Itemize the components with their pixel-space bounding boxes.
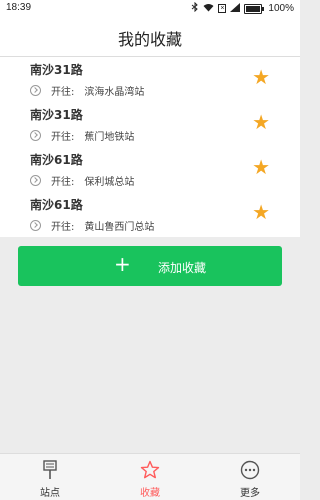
direction-label: 开往: (51, 177, 75, 188)
star-outline-icon (100, 460, 200, 480)
direction-label: 开往: (51, 222, 75, 233)
page-title: 我的收藏 (117, 30, 182, 49)
favorites-list: 南沙31路 开往: 滨海水晶湾站 ★ 南沙31路 开往: 蕉门地铁站 ★ 南沙6… (0, 57, 300, 237)
bottom-tab-bar: 站点 收藏 更多 (0, 453, 300, 500)
status-icons: × 100% (191, 1, 294, 15)
favorite-item[interactable]: 南沙31路 开往: 滨海水晶湾站 ★ (0, 57, 300, 102)
destination-name: 保利城总站 (84, 177, 135, 188)
favorite-item[interactable]: 南沙61路 开往: 保利城总站 ★ (0, 147, 300, 192)
favorite-item[interactable]: 南沙31路 开往: 蕉门地铁站 ★ (0, 102, 300, 147)
bus-stop-icon (0, 460, 100, 480)
route-name: 南沙61路 (30, 153, 83, 167)
tab-more[interactable]: 更多 (200, 454, 300, 500)
add-favorite-label: 添加收藏 (158, 261, 207, 275)
route-destination: 开往: 滨海水晶湾站 (30, 83, 144, 98)
tab-label: 收藏 (140, 488, 160, 499)
route-name: 南沙31路 (30, 63, 83, 77)
tab-label: 更多 (240, 488, 260, 499)
star-icon[interactable]: ★ (252, 112, 270, 132)
direction-label: 开往: (51, 132, 75, 143)
tab-stations[interactable]: 站点 (0, 454, 100, 500)
chevron-right-icon (30, 85, 41, 96)
destination-name: 黄山鲁西门总站 (84, 222, 155, 233)
status-time: 18:39 (6, 2, 32, 13)
direction-label: 开往: (51, 87, 75, 98)
route-name: 南沙31路 (30, 108, 83, 122)
signal-icon (230, 2, 241, 15)
app-header: 我的收藏 (0, 16, 300, 57)
route-destination: 开往: 保利城总站 (30, 173, 134, 188)
tab-favorites[interactable]: 收藏 (100, 454, 200, 500)
bluetooth-icon (191, 1, 199, 15)
wifi-icon (203, 3, 214, 15)
plus-icon: + (114, 252, 131, 276)
status-bar: 18:39 × 100% (0, 0, 300, 16)
battery-percent: 100% (268, 3, 294, 14)
battery-icon (244, 3, 265, 14)
chevron-right-icon (30, 130, 41, 141)
favorite-item[interactable]: 南沙61路 开往: 黄山鲁西门总站 ★ (0, 192, 300, 237)
sim-no-signal-icon: × (218, 4, 227, 13)
add-favorite-button[interactable]: + 添加收藏 (18, 246, 282, 286)
star-icon[interactable]: ★ (252, 202, 270, 222)
destination-name: 滨海水晶湾站 (84, 87, 145, 98)
star-icon[interactable]: ★ (252, 67, 270, 87)
route-destination: 开往: 蕉门地铁站 (30, 128, 134, 143)
more-icon (200, 460, 300, 480)
destination-name: 蕉门地铁站 (84, 132, 135, 143)
route-destination: 开往: 黄山鲁西门总站 (30, 218, 154, 233)
star-icon[interactable]: ★ (252, 157, 270, 177)
chevron-right-icon (30, 220, 41, 231)
route-name: 南沙61路 (30, 198, 83, 212)
chevron-right-icon (30, 175, 41, 186)
tab-label: 站点 (40, 488, 60, 499)
